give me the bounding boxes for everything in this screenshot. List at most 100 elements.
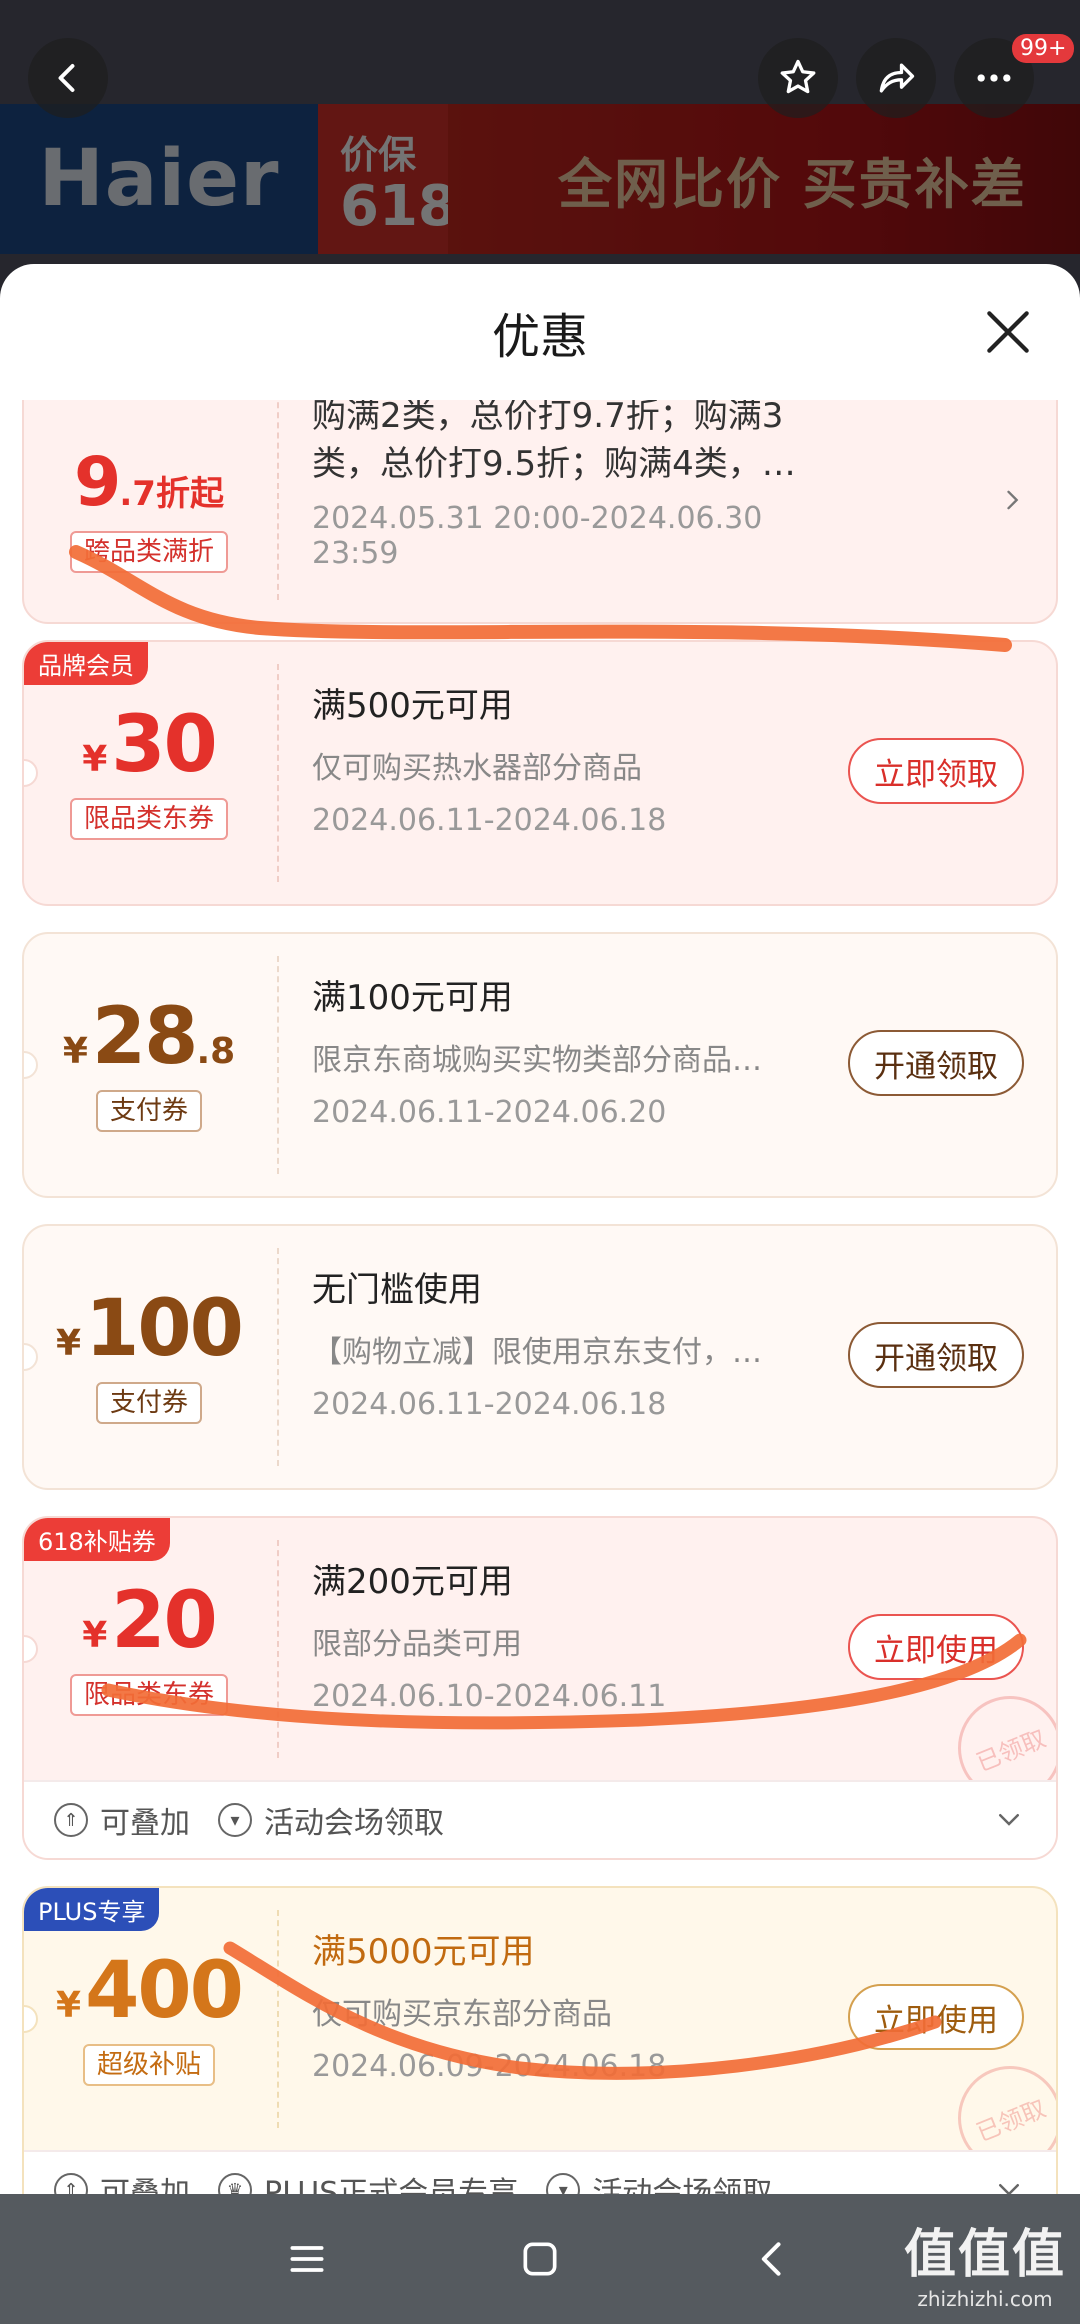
coupon-condition: 无门槛使用 [312, 1270, 482, 1310]
coupon-amount-decimal: .8 [196, 1030, 236, 1072]
coupon-details: 满500元可用 仅可购买热水器部分商品 2024.06.11-2024.06.1… [312, 642, 852, 904]
coupon-date: 2024.06.11-2024.06.18 [312, 802, 667, 838]
coupon-footer[interactable]: ⇑ 可叠加 ♛ PLUS正式会员专享 ▾ 活动会场领取 [24, 2150, 1056, 2194]
system-nav-bar: 值值值 zhizhizhi.com [0, 2194, 1080, 2324]
venue-icon: ▾ [546, 2173, 581, 2194]
currency-symbol: ¥ [82, 1614, 108, 1656]
coupon-amount-main: 28 [91, 991, 199, 1082]
coupon-value-area: 9 .7折起 跨品类满折 [24, 400, 274, 622]
currency-symbol: ¥ [56, 1984, 82, 2026]
coupon-divider [277, 400, 279, 600]
claim-button[interactable]: 立即领取 [848, 738, 1024, 804]
coupon-description: 仅可购买京东部分商品 [312, 1996, 612, 2032]
footer-item-label: 可叠加 [100, 2176, 190, 2194]
footer-item-label: PLUS正式会员专享 [264, 2176, 519, 2194]
coupon-divider [277, 664, 279, 882]
share-button[interactable] [856, 38, 936, 118]
coupon-card-618-subsidy[interactable]: 618补贴券 ¥ 20 限品类东券 满200元可用 限部分品类可用 2024.0… [22, 1516, 1058, 1860]
sheet-title: 优惠 [491, 309, 588, 365]
coupon-date: 2024.06.11-2024.06.18 [312, 1386, 667, 1422]
coupon-type-label: 支付券 [95, 1089, 202, 1133]
coupon-amount-main: 400 [85, 1945, 244, 2036]
coupon-condition: 满200元可用 [312, 1562, 513, 1602]
footer-item-venue: ▾ 活动会场领取 [546, 2168, 772, 2194]
coupon-amount-main: 30 [111, 699, 218, 790]
footer-item-label: 活动会场领取 [264, 1806, 444, 1841]
notification-badge: 99+ [1012, 34, 1075, 63]
coupon-card-payment-28[interactable]: ¥ 28 .8 支付券 满100元可用 限京东商城购买实物类部分商品… 2024… [22, 932, 1058, 1198]
coupon-description: 【购物立减】限使用京东支付，… [312, 1334, 762, 1370]
footer-item-label: 活动会场领取 [592, 2176, 773, 2194]
coupon-description-line2: 类，总价打9.5折；购满4类，… [312, 444, 796, 485]
coupon-details: 满200元可用 限部分品类可用 2024.06.10-2024.06.11 [312, 1518, 852, 1780]
stack-icon: ⇑ [54, 2173, 88, 2194]
coupon-condition: 满5000元可用 [312, 1932, 535, 1972]
watermark-site: zhizhizhi.com [917, 2287, 1053, 2311]
coupon-type-label: 支付券 [95, 1381, 202, 1425]
back-button[interactable] [28, 38, 108, 118]
coupon-value-area: ¥ 100 支付券 [24, 1226, 274, 1488]
coupon-card-cross-category[interactable]: 9 .7折起 跨品类满折 购满2类，总价打9.7折；购满3 类，总价打9.5折；… [22, 400, 1058, 624]
coupon-type-label: 跨品类满折 [69, 530, 228, 574]
coupon-description: 限京东商城购买实物类部分商品… [312, 1042, 762, 1078]
coupon-amount-main: 20 [111, 1575, 218, 1666]
venue-icon: ▾ [218, 1803, 252, 1837]
recent-apps-button[interactable] [272, 2224, 342, 2294]
coupon-date: 2024.06.11-2024.06.20 [312, 1094, 667, 1130]
footer-item-stackable: ⇑ 可叠加 [54, 2168, 190, 2194]
chevron-down-icon[interactable] [994, 2174, 1024, 2194]
home-button[interactable] [505, 2224, 575, 2294]
corner-tag: PLUS专享 [24, 1888, 160, 1931]
site-watermark: 值值值 zhizhizhi.com [904, 2212, 1066, 2311]
coupon-amount-main: 9 [74, 442, 121, 522]
coupon-amount-main: 100 [85, 1283, 244, 1374]
coupon-expand-arrow[interactable] [998, 486, 1026, 518]
coupon-condition: 满100元可用 [312, 978, 513, 1018]
home-square-icon [523, 2242, 557, 2276]
activate-claim-button[interactable]: 开通领取 [848, 1322, 1024, 1388]
menu-icon [290, 2246, 324, 2272]
chevron-right-icon [1007, 490, 1019, 510]
coupon-amount-suffix: .7折起 [119, 473, 224, 514]
coupon-date: 2024.06.10-2024.06.11 [312, 1678, 667, 1714]
activate-claim-button[interactable]: 开通领取 [848, 1030, 1024, 1096]
corner-tag: 618补贴券 [24, 1518, 170, 1561]
more-icon [977, 74, 1011, 82]
footer-item-plus-member: ♛ PLUS正式会员专享 [218, 2168, 518, 2194]
coupon-description-line1: 购满2类，总价打9.7折；购满3 [312, 400, 784, 436]
coupon-details: 无门槛使用 【购物立减】限使用京东支付，… 2024.06.11-2024.06… [312, 1226, 852, 1488]
favorite-button[interactable] [758, 38, 838, 118]
coupon-amount: ¥ 28 .8 [63, 998, 235, 1076]
coupon-details: 购满2类，总价打9.7折；购满3 类，总价打9.5折；购满4类，… 2024.0… [312, 400, 852, 622]
coupon-type-label: 限品类东券 [69, 1673, 228, 1717]
footer-item-stackable: ⇑ 可叠加 [54, 1798, 190, 1842]
corner-tag: 品牌会员 [24, 642, 148, 685]
coupon-sheet: 优惠 9 .7折起 跨品类满折 购满2类，总价打9.7折；购满3 类，总价打9.… [0, 264, 1080, 2194]
coupon-card-plus[interactable]: PLUS专享 ¥ 400 超级补贴 满5000元可用 仅可购买京东部分商品 20… [22, 1886, 1058, 2194]
coupon-divider [277, 956, 279, 1174]
nav-back-icon [761, 2242, 781, 2276]
coupon-list[interactable]: 9 .7折起 跨品类满折 购满2类，总价打9.7折；购满3 类，总价打9.5折；… [0, 400, 1080, 2194]
back-arrow-icon [58, 64, 75, 92]
coupon-amount: ¥ 30 [82, 699, 218, 790]
coupon-divider [277, 1248, 279, 1466]
currency-symbol: ¥ [82, 738, 108, 780]
system-back-button[interactable] [738, 2224, 808, 2294]
coupon-details: 满100元可用 限京东商城购买实物类部分商品… 2024.06.11-2024.… [312, 934, 852, 1196]
coupon-amount: ¥ 400 [56, 1945, 244, 2036]
coupon-divider [277, 1910, 279, 2128]
close-icon [987, 311, 1029, 353]
currency-symbol: ¥ [56, 1322, 82, 1364]
coupon-footer[interactable]: ⇑ 可叠加 ▾ 活动会场领取 [24, 1780, 1056, 1858]
stack-icon: ⇑ [54, 1803, 88, 1837]
close-button[interactable] [980, 304, 1036, 360]
use-now-button[interactable]: 立即使用 [848, 1614, 1024, 1680]
coupon-card-brand-member[interactable]: 品牌会员 ¥ 30 限品类东券 满500元可用 仅可购买热水器部分商品 2024… [22, 640, 1058, 906]
coupon-card-payment-100[interactable]: ¥ 100 支付券 无门槛使用 【购物立减】限使用京东支付，… 2024.06.… [22, 1224, 1058, 1490]
chevron-down-icon[interactable] [994, 1804, 1024, 1834]
coupon-date: 2024.05.31 20:00-2024.06.30 23:59 [312, 500, 763, 571]
coupon-date: 2024.06.09-2024.06.18 [312, 2048, 667, 2084]
watermark-title: 值值值 [903, 2225, 1066, 2285]
use-now-button[interactable]: 立即使用 [848, 1984, 1024, 2050]
crown-icon: ♛ [218, 2173, 252, 2194]
